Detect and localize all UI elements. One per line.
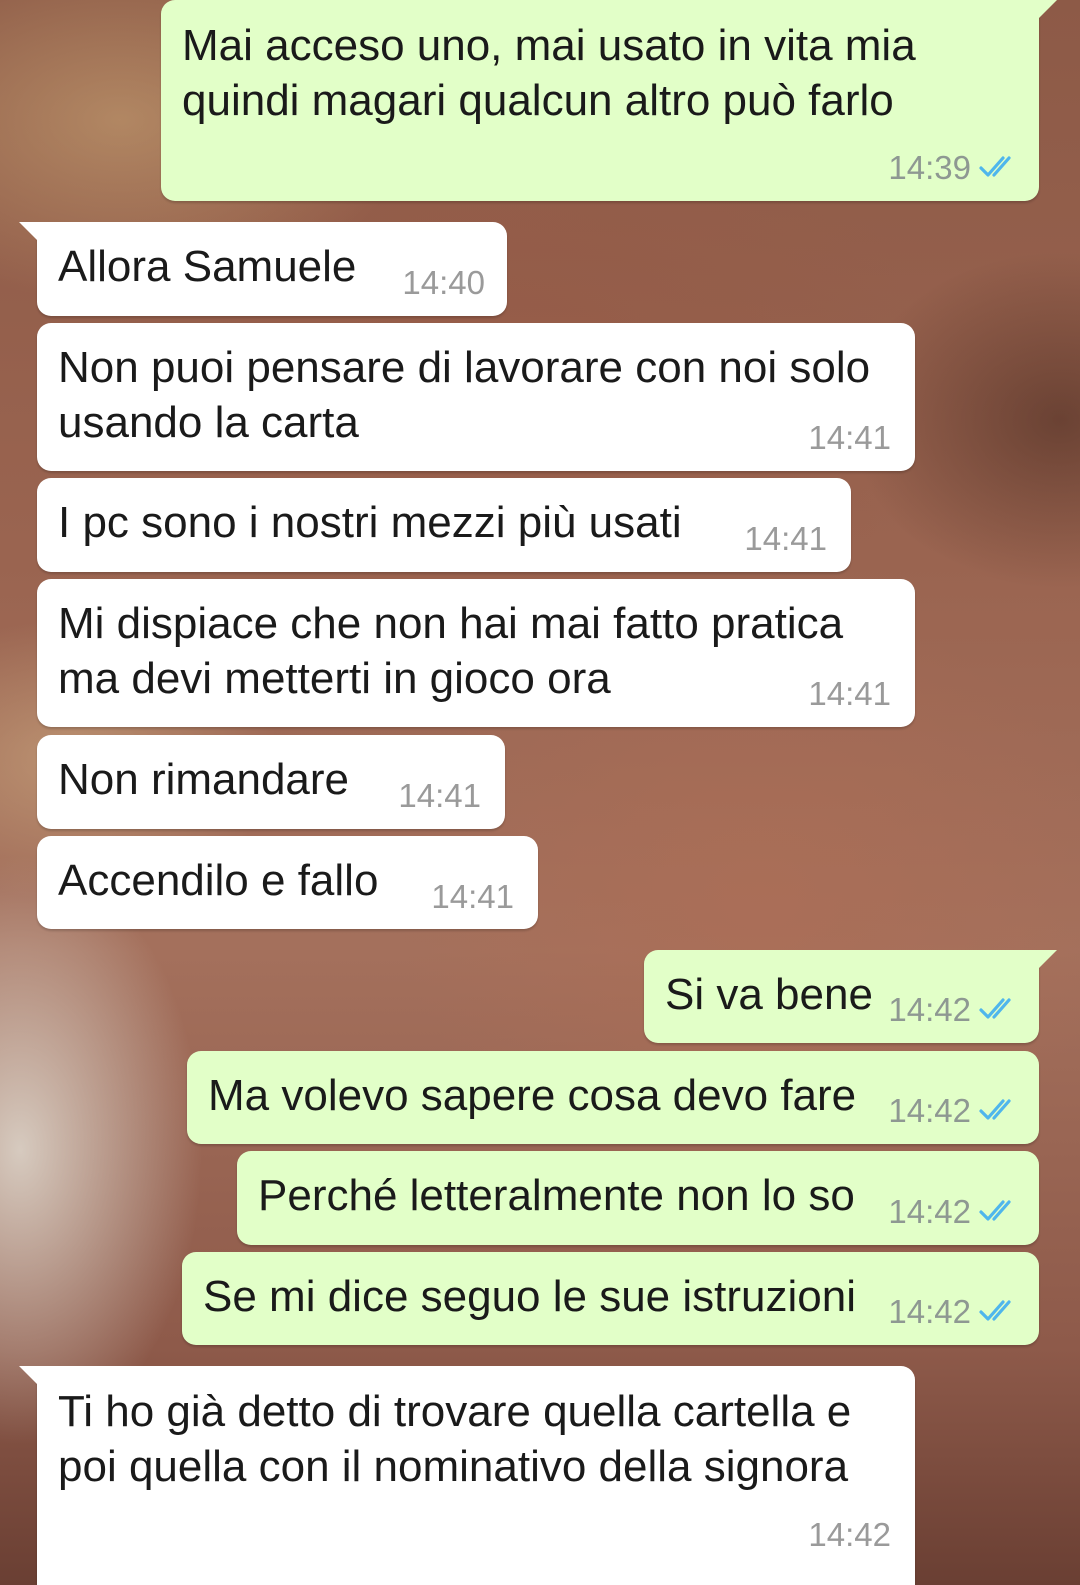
message-bubble-incoming[interactable]: I pc sono i nostri mezzi più usati 14:41 (37, 478, 851, 572)
message-bubble-outgoing[interactable]: Perché letteralmente non lo so 14:42 (237, 1151, 1039, 1245)
message-time: 14:41 (744, 520, 827, 557)
message-text: I pc sono i nostri mezzi più usati (58, 498, 682, 547)
message-time: 14:42 (888, 1092, 971, 1129)
message-bubble-incoming[interactable]: Allora Samuele 14:40 (19, 222, 507, 316)
message-time: 14:40 (402, 264, 485, 301)
double-check-read-icon (979, 1299, 1021, 1323)
message-bubble-incoming[interactable]: Ti ho già detto di trovare quella cartel… (19, 1366, 915, 1585)
message-time: 14:42 (808, 1516, 891, 1553)
message-text: Si va bene (665, 970, 873, 1019)
message-text: Allora Samuele (58, 242, 357, 291)
message-bubble-incoming[interactable]: Mi dispiace che non hai mai fatto pratic… (37, 579, 915, 727)
message-time: 14:39 (888, 149, 971, 186)
message-text: Perché letteralmente non lo so (258, 1171, 855, 1220)
message-bubble-incoming[interactable]: Non puoi pensare di lavorare con noi sol… (37, 323, 915, 471)
message-text: Mi dispiace che non hai mai fatto pratic… (58, 599, 844, 703)
double-check-read-icon (979, 997, 1021, 1021)
message-text: Mai acceso uno, mai usato in vita mia qu… (182, 21, 916, 125)
message-text: Accendilo e fallo (58, 856, 379, 905)
message-time: 14:42 (888, 1193, 971, 1230)
message-time: 14:42 (888, 1293, 971, 1330)
message-text: Non puoi pensare di lavorare con noi sol… (58, 343, 871, 447)
message-bubble-outgoing[interactable]: Si va bene 14:42 (644, 950, 1057, 1043)
message-text: Ti ho già detto di trovare quella cartel… (58, 1387, 852, 1491)
message-time: 14:41 (808, 419, 891, 456)
message-time: 14:42 (888, 991, 971, 1028)
message-bubble-outgoing[interactable]: Se mi dice seguo le sue istruzioni 14:42 (182, 1252, 1039, 1345)
double-check-read-icon (979, 1098, 1021, 1122)
message-text: Non rimandare (58, 755, 350, 804)
message-bubble-incoming[interactable]: Accendilo e fallo 14:41 (37, 836, 538, 929)
double-check-read-icon (979, 1199, 1021, 1223)
message-text: Se mi dice seguo le sue istruzioni (203, 1272, 856, 1321)
message-time: 14:41 (431, 878, 514, 915)
message-bubble-outgoing[interactable]: Mai acceso uno, mai usato in vita mia qu… (161, 0, 1057, 201)
message-time: 14:41 (808, 675, 891, 712)
message-text: Ma volevo sapere cosa devo fare (208, 1071, 857, 1120)
message-bubble-outgoing[interactable]: Ma volevo sapere cosa devo fare 14:42 (187, 1051, 1039, 1144)
message-bubble-incoming[interactable]: Non rimandare 14:41 (37, 735, 505, 829)
double-check-read-icon (979, 155, 1021, 179)
chat-thread[interactable]: Mai acceso uno, mai usato in vita mia qu… (0, 0, 1080, 1585)
message-time: 14:41 (398, 777, 481, 814)
